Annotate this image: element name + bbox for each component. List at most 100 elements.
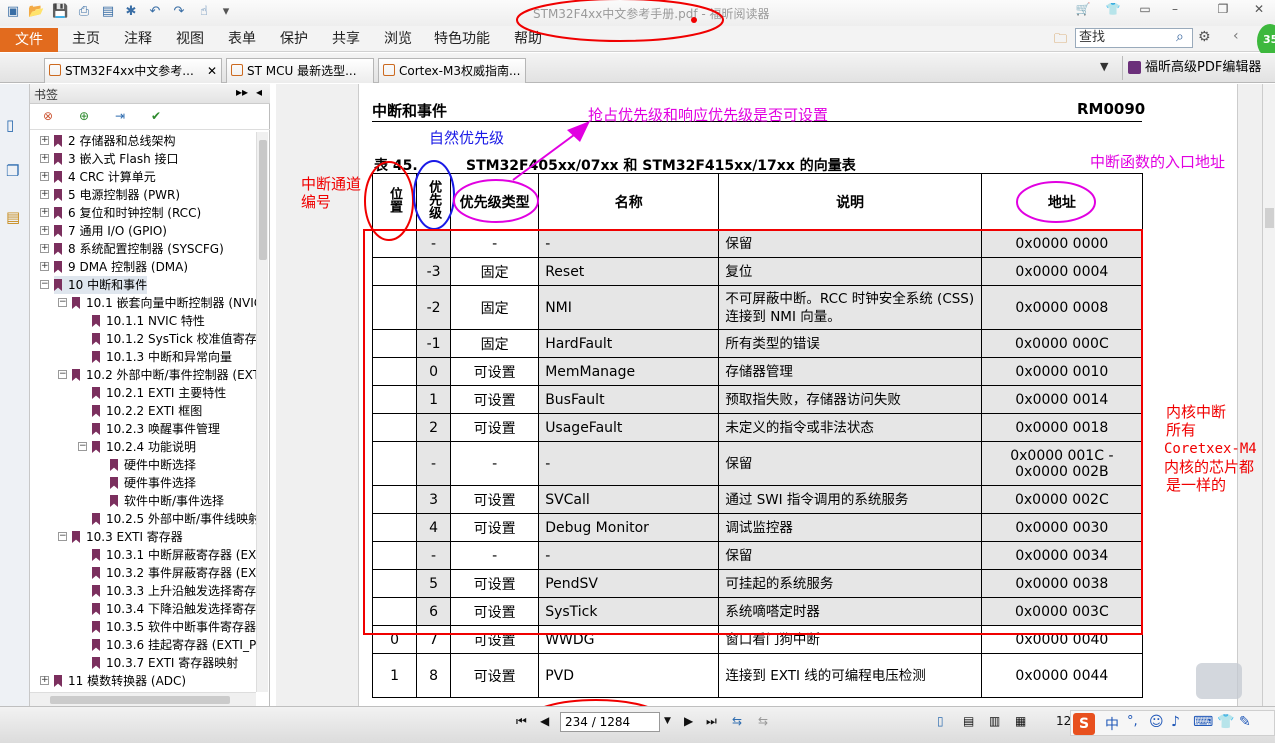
- skin-icon[interactable]: 👕: [1102, 2, 1124, 20]
- ribbon-toggle-icon[interactable]: ▭: [1134, 2, 1156, 20]
- undo-icon[interactable]: ↶: [147, 4, 163, 20]
- collapse-icon[interactable]: −: [58, 532, 67, 541]
- emoji-icon[interactable]: ☺: [1149, 714, 1164, 730]
- facing-pages-icon[interactable]: ▥: [989, 713, 1000, 729]
- menu-share[interactable]: 共享: [332, 29, 360, 49]
- tab-list-chevron-icon[interactable]: ▼: [1100, 60, 1108, 73]
- keyboard-icon[interactable]: ⌨: [1193, 714, 1213, 730]
- chat-bubble-icon[interactable]: [1196, 663, 1242, 699]
- page-thumbnail-icon[interactable]: ▯: [6, 116, 24, 134]
- continuous-page-icon[interactable]: ▤: [963, 713, 974, 729]
- bookmark-item[interactable]: 10.3.3 上升沿触发选择寄存器: [92, 582, 256, 600]
- single-page-icon[interactable]: ▯: [937, 713, 944, 729]
- bookmark-item[interactable]: 10.1.1 NVIC 特性: [92, 312, 205, 330]
- bookmark-item[interactable]: 10.3.6 挂起寄存器 (EXTI_PR): [92, 636, 256, 654]
- bookmark-item[interactable]: − 10.2.4 功能说明: [78, 438, 196, 456]
- tab-stm32f4xx[interactable]: STM32F4xx中文参考... ✕: [44, 58, 222, 83]
- doc-icon[interactable]: ▤: [100, 4, 116, 20]
- bookmark-item[interactable]: +3 嵌入式 Flash 接口: [40, 150, 179, 168]
- menu-browse[interactable]: 浏览: [384, 29, 412, 49]
- expand-icon[interactable]: +: [40, 244, 49, 253]
- bookmark-item[interactable]: − 10.2 外部中断/事件控制器 (EXTI): [58, 366, 256, 384]
- expand-bookmark-icon[interactable]: ⇥: [112, 109, 128, 125]
- bookmark-item[interactable]: 硬件事件选择: [110, 474, 196, 492]
- add-bookmark-icon[interactable]: ⊕: [76, 109, 92, 125]
- bookmark-item[interactable]: 10.3.5 软件中断事件寄存器: [92, 618, 256, 636]
- bookmark-item[interactable]: 10.2.3 唤醒事件管理: [92, 420, 220, 438]
- menu-features[interactable]: 特色功能: [434, 29, 490, 49]
- document-vertical-scrollbar[interactable]: [1262, 84, 1275, 706]
- collapse-icon[interactable]: −: [58, 370, 67, 379]
- bookmarks-horizontal-scrollbar[interactable]: [30, 692, 256, 706]
- bookmark-item[interactable]: 软件中断/事件选择: [110, 492, 224, 510]
- next-page-icon[interactable]: ▶: [684, 713, 693, 729]
- page-dropdown-icon[interactable]: ▼: [664, 713, 671, 729]
- comments-icon[interactable]: ▤: [6, 208, 24, 226]
- bookmark-item[interactable]: +7 通用 I/O (GPIO): [40, 222, 167, 240]
- expand-icon[interactable]: +: [40, 262, 49, 271]
- voice-icon[interactable]: ♪: [1171, 714, 1180, 730]
- bookmark-item[interactable]: +2 存储器和总线架构: [40, 132, 175, 150]
- menu-form[interactable]: 表单: [228, 29, 256, 49]
- delete-bookmark-icon[interactable]: ⊗: [40, 109, 56, 125]
- close-button[interactable]: ✕: [1248, 2, 1270, 20]
- chinese-mode-icon[interactable]: 中: [1105, 714, 1119, 734]
- punctuation-icon[interactable]: °,: [1127, 714, 1138, 729]
- menu-protect[interactable]: 保护: [280, 29, 308, 49]
- bookmark-item[interactable]: − 10.1 嵌套向量中断控制器 (NVIC): [58, 294, 256, 312]
- editor-link[interactable]: 福昕高级PDF编辑器: [1122, 56, 1275, 80]
- expand-icon[interactable]: +: [40, 136, 49, 145]
- bookmark-item[interactable]: − 10.3 EXTI 寄存器: [58, 528, 183, 546]
- bookmark-item[interactable]: 10.1.3 中断和异常向量: [92, 348, 232, 366]
- bookmark-properties-icon[interactable]: ✔: [148, 109, 164, 125]
- continuous-facing-icon[interactable]: ▦: [1015, 713, 1026, 729]
- app-icon[interactable]: ▣: [5, 4, 21, 20]
- bookmark-item[interactable]: 10.3.1 中断屏蔽寄存器 (EXTI_IMR): [92, 546, 256, 564]
- collapse-icon[interactable]: −: [40, 280, 49, 289]
- tools-icon[interactable]: ✎: [1239, 714, 1251, 730]
- zoom-level[interactable]: 12: [1056, 713, 1071, 729]
- bookmark-item[interactable]: +6 复位和时钟控制 (RCC): [40, 204, 201, 222]
- save-icon[interactable]: 💾: [52, 4, 68, 20]
- file-menu-button[interactable]: 文件: [0, 28, 58, 52]
- sogou-icon[interactable]: S: [1073, 713, 1095, 735]
- next-view-icon[interactable]: ⇆: [758, 713, 768, 729]
- collapse-panel-icon[interactable]: ▸▸: [236, 85, 248, 99]
- scroll-thumb[interactable]: [1265, 208, 1274, 228]
- bookmark-item[interactable]: +4 CRC 计算单元: [40, 168, 156, 186]
- bookmark-item[interactable]: +9 DMA 控制器 (DMA): [40, 258, 188, 276]
- expand-icon[interactable]: +: [40, 154, 49, 163]
- expand-icon[interactable]: +: [40, 676, 49, 685]
- bookmark-item[interactable]: 10.2.1 EXTI 主要特性: [92, 384, 226, 402]
- menu-comment[interactable]: 注释: [124, 29, 152, 49]
- print-icon[interactable]: ⎙: [76, 4, 92, 20]
- bookmarks-vertical-scrollbar[interactable]: [256, 132, 268, 692]
- layers-icon[interactable]: ❐: [6, 162, 24, 180]
- bookmark-item[interactable]: 10.3.7 EXTI 寄存器映射: [92, 654, 238, 672]
- settings-gear-icon[interactable]: ⚙: [1198, 29, 1211, 45]
- expand-icon[interactable]: +: [40, 208, 49, 217]
- panel-close-icon[interactable]: ◂: [256, 85, 262, 99]
- restore-button[interactable]: ❐: [1212, 2, 1234, 20]
- previous-view-icon[interactable]: ⇆: [732, 713, 742, 729]
- cart-icon[interactable]: 🛒: [1072, 2, 1094, 20]
- expand-icon[interactable]: +: [40, 172, 49, 181]
- bookmark-item[interactable]: 10.3.2 事件屏蔽寄存器 (EXTI_EMR): [92, 564, 256, 582]
- bookmark-item[interactable]: 10.1.2 SysTick 校准值寄存器: [92, 330, 256, 348]
- customize-icon[interactable]: ▾: [218, 4, 234, 20]
- search-icon[interactable]: ⌕: [1176, 29, 1184, 45]
- bookmark-item[interactable]: − 10 中断和事件: [40, 276, 148, 294]
- bookmark-item[interactable]: 10.3.4 下降沿触发选择寄存器: [92, 600, 256, 618]
- first-page-icon[interactable]: ⏮: [516, 713, 527, 729]
- expand-icon[interactable]: +: [40, 190, 49, 199]
- bookmark-item[interactable]: 10.2.2 EXTI 框图: [92, 402, 202, 420]
- bookmark-item[interactable]: +11 模数转换器 (ADC): [40, 672, 186, 690]
- bookmark-item[interactable]: +5 电源控制器 (PWR): [40, 186, 180, 204]
- close-tab-icon[interactable]: ✕: [207, 59, 217, 83]
- hand-tool-icon[interactable]: ☝: [196, 4, 212, 20]
- previous-page-icon[interactable]: ◀: [540, 713, 549, 729]
- tab-st-mcu[interactable]: ST MCU 最新选型...: [226, 58, 374, 83]
- tab-cortex-m3[interactable]: Cortex-M3权威指南...: [378, 58, 526, 83]
- menu-home[interactable]: 主页: [72, 29, 100, 49]
- menu-help[interactable]: 帮助: [514, 29, 542, 49]
